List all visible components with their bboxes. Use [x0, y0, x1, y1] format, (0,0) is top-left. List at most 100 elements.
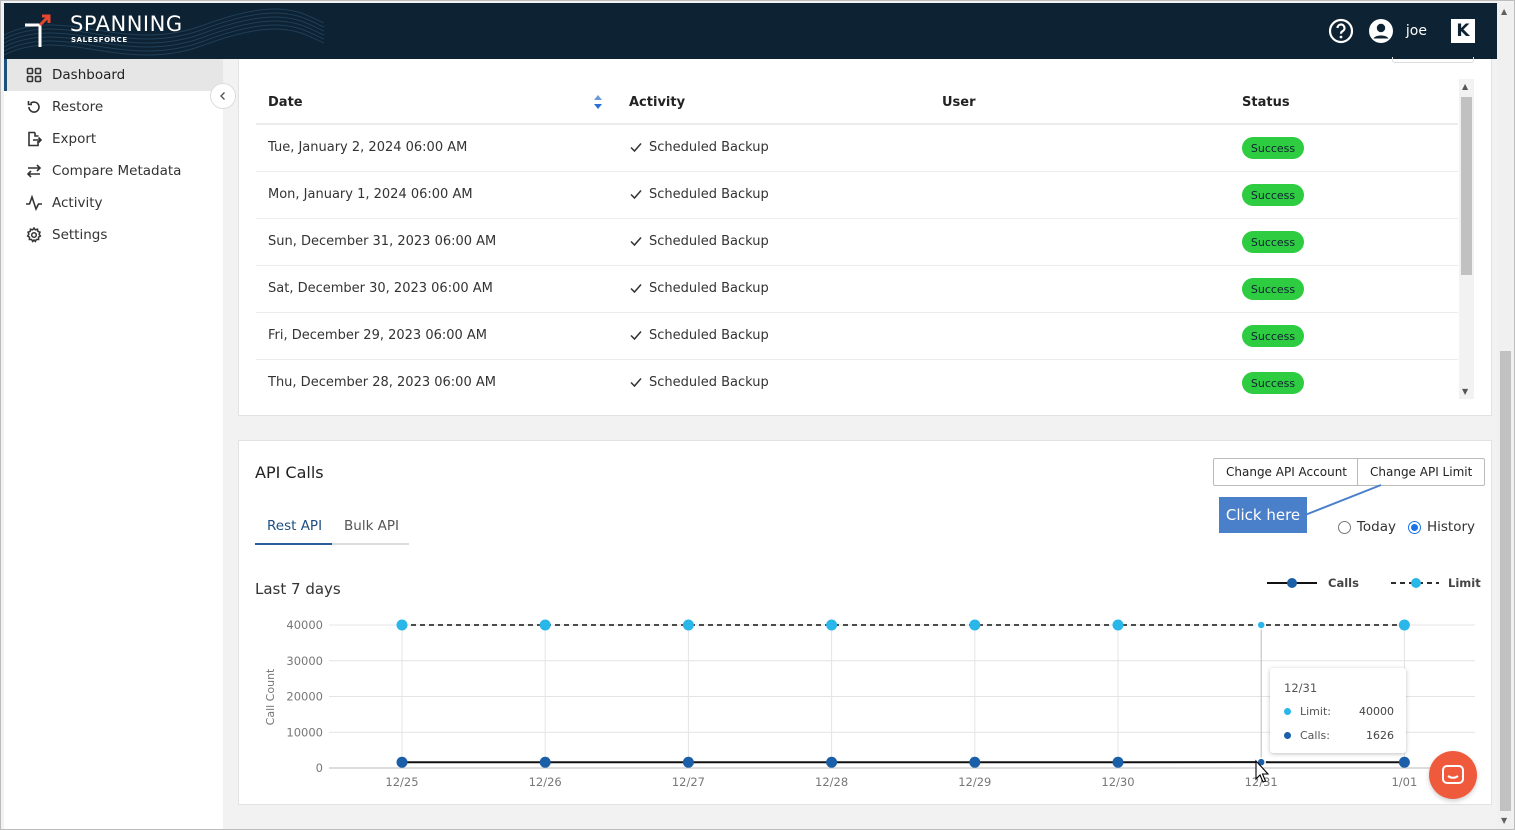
legend-calls-marker [1287, 578, 1297, 588]
row-activity-label: Scheduled Backup [649, 375, 769, 390]
y-tick-label: 0 [316, 761, 323, 775]
limit-dot-icon [1284, 708, 1291, 715]
table-row[interactable]: Sat, December 30, 2023 06:00 AM Schedule… [256, 266, 1458, 313]
spanning-mark-icon [22, 13, 52, 49]
collapse-sidebar-button[interactable] [210, 83, 236, 109]
scroll-down-arrow-icon[interactable]: ▼ [1462, 387, 1468, 396]
table-scrollbar[interactable]: ▲ ▼ [1459, 79, 1474, 399]
api-calls-card: API Calls Change API Account Change API … [238, 440, 1492, 805]
calls-point [539, 756, 551, 768]
column-header-user: User [942, 95, 976, 110]
page-scrollbar[interactable]: ▲ ▼ [1497, 3, 1513, 829]
x-tick-label: 12/30 [1101, 775, 1134, 789]
check-icon [630, 378, 642, 388]
limit-point [826, 619, 838, 631]
calls-point [969, 756, 981, 768]
app-switcher-k-icon[interactable]: K [1451, 19, 1475, 43]
sidebar-item-label: Restore [52, 99, 104, 115]
y-tick-label: 30000 [286, 654, 323, 668]
limit-point [969, 619, 981, 631]
row-activity-label: Scheduled Backup [649, 140, 769, 155]
limit-point [1112, 619, 1124, 631]
user-name[interactable]: joe [1406, 23, 1427, 39]
swap-icon [24, 161, 44, 181]
tooltip-limit-label: Limit: [1300, 705, 1331, 718]
sidebar-item-label: Dashboard [52, 67, 126, 83]
grid-icon [24, 65, 44, 85]
row-date: Sat, December 30, 2023 06:00 AM [268, 281, 493, 296]
x-tick-label: 12/27 [672, 775, 705, 789]
limit-point [682, 619, 694, 631]
limit-point [539, 619, 551, 631]
row-activity: Scheduled Backup [629, 187, 769, 202]
check-icon [630, 143, 642, 153]
user-circle-icon[interactable] [1368, 18, 1394, 44]
x-tick-label: 12/26 [529, 775, 562, 789]
calls-point [682, 756, 694, 768]
y-axis-label: Call Count [264, 668, 277, 725]
y-tick-label: 10000 [286, 725, 323, 739]
y-tick-label: 40000 [286, 618, 323, 632]
calls-point [1398, 756, 1410, 768]
sidebar-item-label: Compare Metadata [52, 163, 182, 179]
tooltip-calls-label: Calls: [1300, 729, 1330, 742]
card-toolbar-stub [1392, 57, 1474, 63]
gear-icon [24, 225, 44, 245]
sort-icon[interactable] [593, 93, 603, 111]
tooltip-limit-row: Limit: 40000 [1284, 705, 1394, 718]
legend-limit-label: Limit [1448, 576, 1481, 590]
export-icon [24, 129, 44, 149]
x-tick-label: 1/01 [1391, 775, 1417, 789]
status-badge: Success [1242, 231, 1304, 253]
page-scroll-down-icon[interactable]: ▼ [1501, 816, 1507, 825]
row-activity: Scheduled Backup [629, 140, 769, 155]
table-row[interactable]: Fri, December 29, 2023 06:00 AM Schedule… [256, 313, 1458, 360]
restore-icon [24, 97, 44, 117]
status-badge: Success [1242, 278, 1304, 300]
tooltip-date: 12/31 [1284, 681, 1318, 695]
limit-point [1256, 620, 1266, 630]
row-activity: Scheduled Backup [629, 375, 769, 390]
sidebar-item-export[interactable]: Export [4, 123, 223, 155]
table-scroll-thumb[interactable] [1461, 97, 1472, 275]
brand-name: SPANNING [70, 12, 183, 36]
activity-table-card: Date Activity User Status Tue, January 2… [238, 57, 1492, 416]
table-row[interactable]: Sun, December 31, 2023 06:00 AM Schedule… [256, 219, 1458, 266]
sidebar-item-activity[interactable]: Activity [4, 187, 223, 219]
row-date: Mon, January 1, 2024 06:00 AM [268, 187, 473, 202]
tooltip-calls-row: Calls: 1626 [1284, 729, 1394, 742]
chat-launcher-button[interactable] [1429, 751, 1477, 799]
scroll-up-arrow-icon[interactable]: ▲ [1462, 82, 1468, 91]
legend-limit-marker [1411, 578, 1421, 588]
pulse-icon [24, 193, 44, 213]
row-activity-label: Scheduled Backup [649, 281, 769, 296]
sidebar-item-label: Activity [52, 195, 103, 211]
check-icon [630, 190, 642, 200]
check-icon [630, 284, 642, 294]
check-icon [630, 237, 642, 247]
column-header-date[interactable]: Date [268, 95, 303, 110]
table-row[interactable]: Tue, January 2, 2024 06:00 AM Scheduled … [256, 125, 1458, 172]
status-badge: Success [1242, 137, 1304, 159]
table-row[interactable]: Mon, January 1, 2024 06:00 AM Scheduled … [256, 172, 1458, 219]
chart-tooltip: 12/31 Limit: 40000 Calls: 1626 [1270, 668, 1406, 753]
row-date: Sun, December 31, 2023 06:00 AM [268, 234, 497, 249]
calls-point [396, 756, 408, 768]
calls-point [1112, 756, 1124, 768]
page-scroll-up-icon[interactable]: ▲ [1501, 7, 1507, 16]
row-activity: Scheduled Backup [629, 328, 769, 343]
help-circle-icon[interactable] [1328, 18, 1354, 44]
legend-calls-label: Calls [1328, 576, 1359, 590]
sidebar-item-label: Settings [52, 227, 108, 243]
page-scroll-thumb[interactable] [1500, 351, 1511, 811]
column-header-activity: Activity [629, 95, 686, 110]
table-header: Date Activity User Status [256, 83, 1458, 125]
sidebar-item-compare-metadata[interactable]: Compare Metadata [4, 155, 223, 187]
x-tick-label: 12/28 [815, 775, 848, 789]
spanning-logo[interactable]: SPANNING SALESFORCE [22, 13, 183, 49]
table-row[interactable]: Thu, December 28, 2023 06:00 AM Schedule… [256, 360, 1458, 407]
sidebar-item-restore[interactable]: Restore [4, 91, 223, 123]
status-badge: Success [1242, 184, 1304, 206]
sidebar-item-dashboard[interactable]: Dashboard [4, 59, 223, 91]
sidebar-item-settings[interactable]: Settings [4, 219, 223, 251]
